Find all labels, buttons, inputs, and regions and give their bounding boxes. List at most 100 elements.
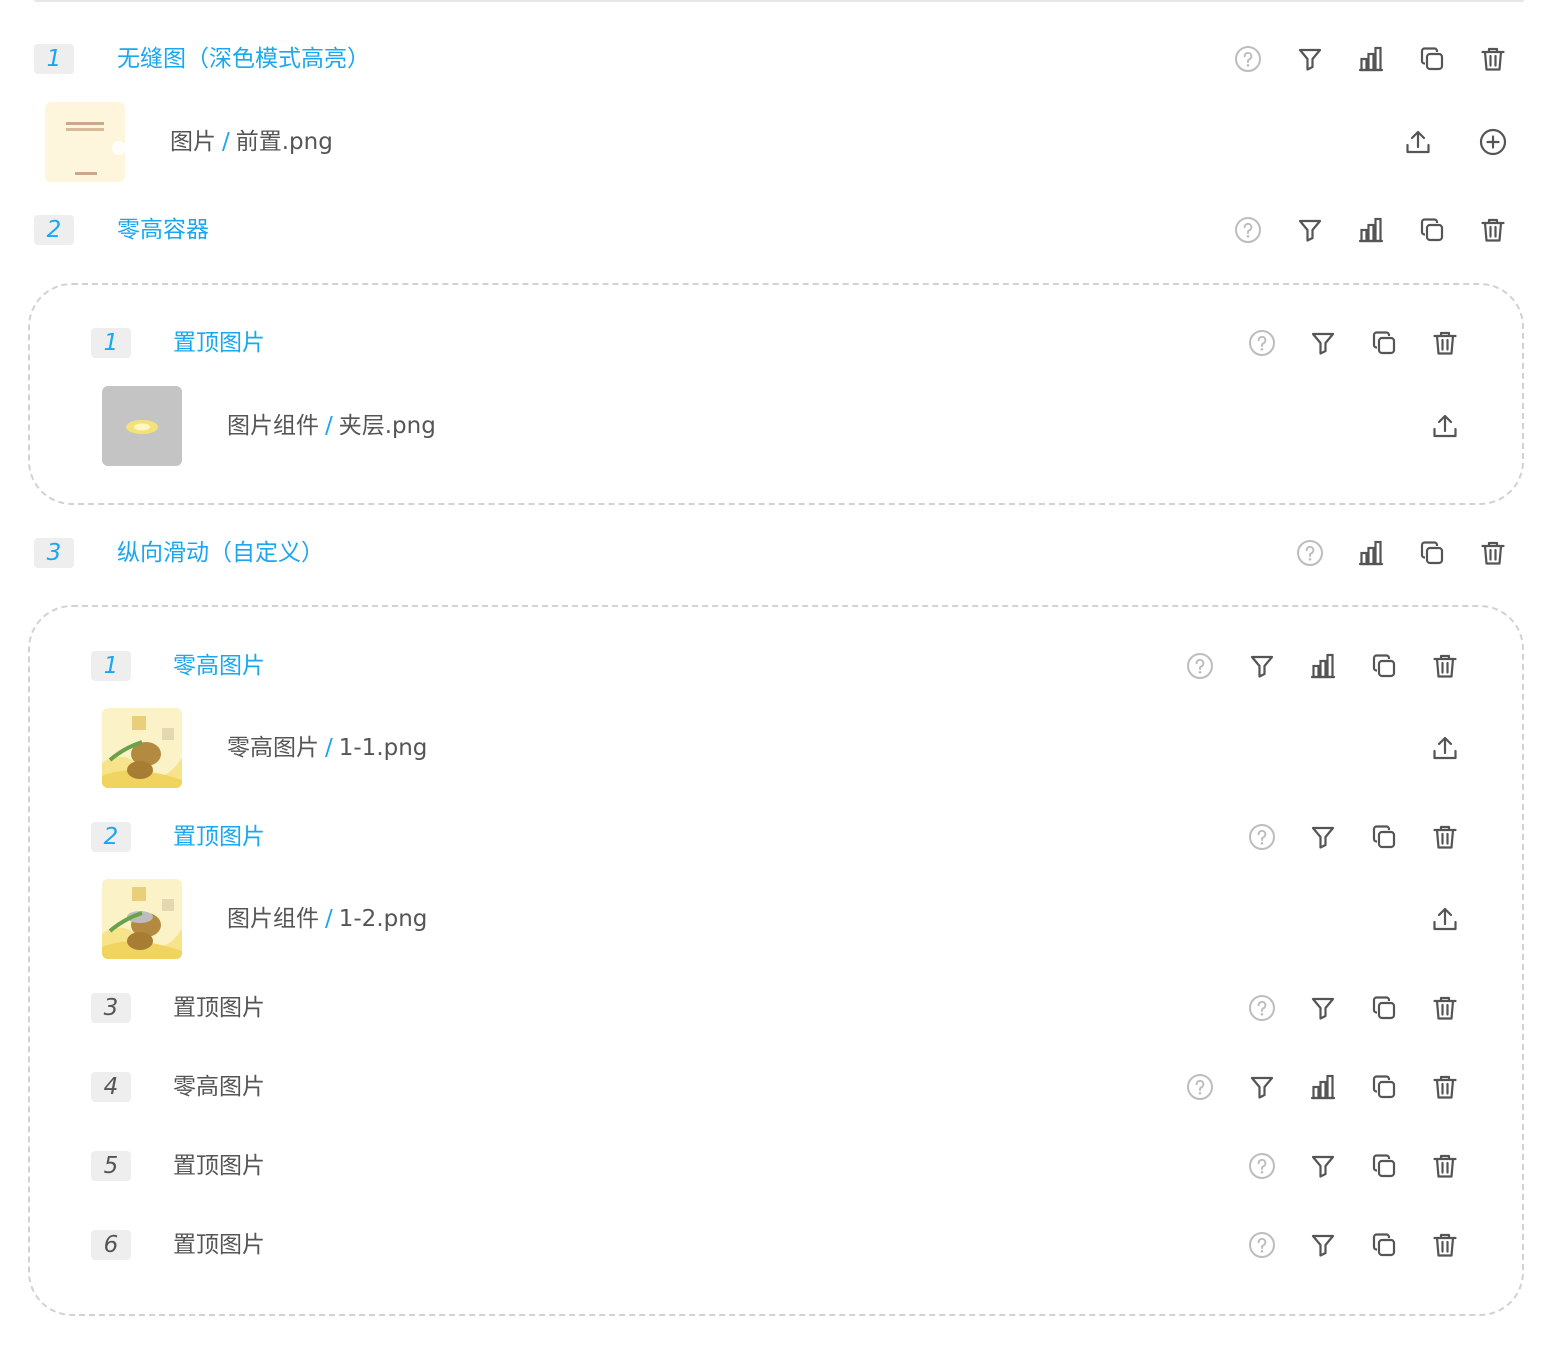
trash-icon[interactable] (1431, 1231, 1459, 1259)
file-path: 图片组件/1-2.png (227, 879, 427, 959)
file-path: 图片组件 / 夹层.png (227, 386, 436, 466)
copy-icon[interactable] (1370, 823, 1398, 851)
item-title[interactable]: 无缝图（深色模式高亮） (117, 37, 370, 81)
filter-icon[interactable] (1309, 823, 1337, 851)
top-divider (34, 0, 1524, 2)
index-badge: 4 (91, 1072, 131, 1102)
image-thumbnail[interactable] (102, 708, 182, 788)
path-separator: / (325, 906, 333, 932)
trash-icon[interactable] (1431, 823, 1459, 851)
add-circle-icon[interactable] (1479, 128, 1507, 156)
help-icon[interactable] (1248, 994, 1276, 1022)
trash-icon[interactable] (1431, 1152, 1459, 1180)
help-icon[interactable] (1234, 45, 1262, 73)
chart-icon[interactable] (1357, 45, 1385, 73)
chart-icon[interactable] (1357, 539, 1385, 567)
filter-icon[interactable] (1309, 329, 1337, 357)
child-row-3-3[interactable]: 3 置顶图片 (0, 986, 1558, 1030)
help-icon[interactable] (1248, 823, 1276, 851)
upload-icon[interactable] (1431, 412, 1459, 440)
file-path: 图片 / 前置.png (170, 102, 333, 182)
item-title[interactable]: 置顶图片 (173, 1223, 265, 1267)
child-row-2-1[interactable]: 1 置顶图片 (0, 321, 1558, 365)
child-row-3-5[interactable]: 5 置顶图片 (0, 1144, 1558, 1188)
file-row-1: 图片 / 前置.png (0, 102, 1558, 182)
help-icon[interactable] (1248, 1152, 1276, 1180)
chart-icon[interactable] (1357, 216, 1385, 244)
filter-icon[interactable] (1309, 994, 1337, 1022)
file-path: 零高图片/1-1.png (227, 708, 427, 788)
help-icon[interactable] (1248, 1231, 1276, 1259)
image-thumbnail[interactable] (102, 386, 182, 466)
file-folder: 零高图片 (227, 735, 319, 761)
item-title[interactable]: 零高图片 (173, 1065, 265, 1109)
copy-icon[interactable] (1418, 45, 1446, 73)
filter-icon[interactable] (1309, 1231, 1337, 1259)
help-icon[interactable] (1234, 216, 1262, 244)
item-row-3[interactable]: 3 纵向滑动（自定义） (0, 531, 1558, 575)
index-badge: 5 (91, 1151, 131, 1181)
trash-icon[interactable] (1431, 652, 1459, 680)
trash-icon[interactable] (1479, 216, 1507, 244)
item-title[interactable]: 零高容器 (117, 208, 209, 252)
upload-icon[interactable] (1431, 905, 1459, 933)
index-badge: 3 (91, 993, 131, 1023)
item-title[interactable]: 置顶图片 (173, 321, 265, 365)
index-badge: 6 (91, 1230, 131, 1260)
child-row-3-4[interactable]: 4 零高图片 (0, 1065, 1558, 1109)
copy-icon[interactable] (1418, 216, 1446, 244)
item-title[interactable]: 置顶图片 (173, 815, 265, 859)
upload-icon[interactable] (1431, 734, 1459, 762)
filter-icon[interactable] (1309, 1152, 1337, 1180)
file-name: 前置.png (235, 129, 333, 155)
file-name: 1-1.png (338, 735, 428, 761)
index-badge: 2 (34, 215, 74, 245)
copy-icon[interactable] (1418, 539, 1446, 567)
filter-icon[interactable] (1296, 45, 1324, 73)
filter-icon[interactable] (1248, 1073, 1276, 1101)
item-row-2[interactable]: 2 零高容器 (0, 208, 1558, 252)
help-icon[interactable] (1186, 652, 1214, 680)
filter-icon[interactable] (1296, 216, 1324, 244)
file-row-3-2: 图片组件/1-2.png (0, 879, 1558, 959)
copy-icon[interactable] (1370, 329, 1398, 357)
chart-icon[interactable] (1309, 1073, 1337, 1101)
file-row-2-1: 图片组件 / 夹层.png (0, 386, 1558, 466)
child-row-3-6[interactable]: 6 置顶图片 (0, 1223, 1558, 1267)
copy-icon[interactable] (1370, 1152, 1398, 1180)
help-icon[interactable] (1296, 539, 1324, 567)
index-badge: 1 (34, 44, 74, 74)
item-row-1[interactable]: 1 无缝图（深色模式高亮） (0, 37, 1558, 81)
child-row-3-1[interactable]: 1 零高图片 (0, 644, 1558, 688)
copy-icon[interactable] (1370, 652, 1398, 680)
file-name: 夹层.png (338, 413, 436, 439)
index-badge: 1 (91, 651, 131, 681)
image-thumbnail[interactable] (45, 102, 125, 182)
trash-icon[interactable] (1479, 45, 1507, 73)
copy-icon[interactable] (1370, 1231, 1398, 1259)
image-thumbnail[interactable] (102, 879, 182, 959)
file-folder: 图片组件 (227, 906, 319, 932)
item-title[interactable]: 置顶图片 (173, 1144, 265, 1188)
index-badge: 3 (34, 538, 74, 568)
copy-icon[interactable] (1370, 994, 1398, 1022)
trash-icon[interactable] (1479, 539, 1507, 567)
index-badge: 1 (91, 328, 131, 358)
index-badge: 2 (91, 822, 131, 852)
chart-icon[interactable] (1309, 652, 1337, 680)
filter-icon[interactable] (1248, 652, 1276, 680)
path-separator: / (325, 735, 333, 761)
trash-icon[interactable] (1431, 1073, 1459, 1101)
item-title[interactable]: 纵向滑动（自定义） (117, 531, 324, 575)
item-title[interactable]: 零高图片 (173, 644, 265, 688)
trash-icon[interactable] (1431, 329, 1459, 357)
file-row-3-1: 零高图片/1-1.png (0, 708, 1558, 788)
file-folder: 图片 (170, 129, 216, 155)
help-icon[interactable] (1248, 329, 1276, 357)
upload-icon[interactable] (1404, 128, 1432, 156)
copy-icon[interactable] (1370, 1073, 1398, 1101)
trash-icon[interactable] (1431, 994, 1459, 1022)
child-row-3-2[interactable]: 2 置顶图片 (0, 815, 1558, 859)
help-icon[interactable] (1186, 1073, 1214, 1101)
item-title[interactable]: 置顶图片 (173, 986, 265, 1030)
